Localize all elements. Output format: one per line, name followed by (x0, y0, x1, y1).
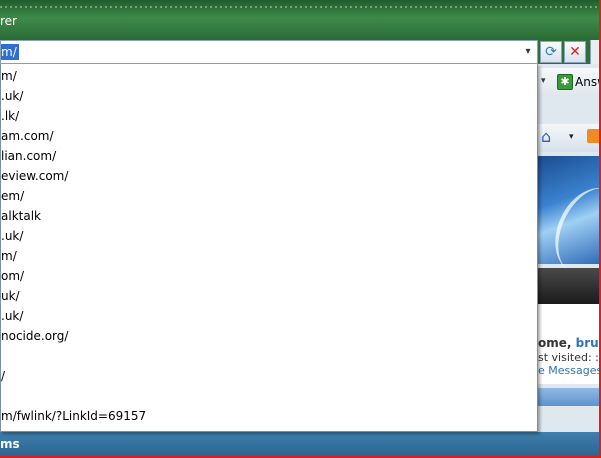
stop-icon: ✕ (569, 44, 581, 60)
autocomplete-suggestion[interactable]: om/ (1, 266, 24, 286)
autocomplete-suggestion[interactable]: m/fwlink/?LinkId=69157 (1, 406, 146, 426)
autocomplete-suggestion[interactable]: uk/ (1, 286, 20, 306)
autocomplete-suggestion[interactable]: eview.com/ (1, 166, 68, 186)
welcome-panel: ome, brun st visited: : e Messages (538, 304, 601, 384)
autocomplete-suggestion[interactable]: lian.com/ (1, 146, 56, 166)
page-banner-image (538, 156, 601, 286)
stop-button[interactable]: ✕ (564, 41, 586, 63)
address-autocomplete-dropdown: m/.uk/.lk/am.com/lian.com/eview.com/em/a… (0, 64, 538, 432)
refresh-button[interactable]: ⟳ (540, 41, 562, 63)
address-dropdown-arrow-icon[interactable]: ▾ (521, 44, 535, 60)
command-bar: ⌂ ▾ (538, 124, 601, 152)
autocomplete-suggestion[interactable]: .uk/ (1, 86, 23, 106)
autocomplete-suggestion[interactable]: nocide.org/ (1, 326, 68, 346)
username-link[interactable]: brun (576, 336, 601, 350)
welcome-prefix: ome, (538, 336, 576, 350)
title-bar-decoration (0, 6, 601, 8)
links-toolbar: ▾ ✱ Answ (538, 68, 601, 96)
page-nav-bar (538, 268, 601, 304)
autocomplete-suggestion[interactable]: / (1, 366, 5, 386)
refresh-icon: ⟳ (545, 44, 557, 60)
answers-button-label[interactable]: Answ (575, 75, 601, 89)
answers-icon[interactable]: ✱ (557, 74, 573, 90)
home-icon[interactable]: ⌂ (541, 128, 559, 146)
autocomplete-suggestion[interactable]: .uk/ (1, 306, 23, 326)
toolbar-chevron-icon[interactable]: ▾ (541, 76, 546, 86)
autocomplete-suggestion[interactable]: alktalk (1, 206, 41, 226)
autocomplete-suggestion[interactable]: .uk/ (1, 226, 23, 246)
bottom-bar-text[interactable]: ms (0, 437, 20, 451)
page-section-header (538, 388, 601, 406)
window-title: rer (0, 14, 17, 28)
private-messages-link[interactable]: e Messages (538, 364, 601, 377)
home-dropdown-icon[interactable]: ▾ (569, 132, 574, 142)
welcome-text: ome, brun (538, 336, 601, 350)
autocomplete-suggestion[interactable]: am.com/ (1, 126, 54, 146)
last-visited-text: st visited: : (538, 351, 599, 364)
address-input-selected-text[interactable]: m/ (1, 44, 19, 60)
address-bar[interactable]: m/ ▾ (0, 40, 538, 64)
window-title-bar: rer (0, 0, 601, 40)
bottom-bar: ms (0, 432, 601, 458)
autocomplete-suggestion[interactable]: em/ (1, 186, 24, 206)
autocomplete-suggestion[interactable]: .lk/ (1, 106, 19, 126)
autocomplete-suggestion[interactable]: m/ (1, 246, 17, 266)
autocomplete-suggestion[interactable]: m/ (1, 66, 17, 86)
